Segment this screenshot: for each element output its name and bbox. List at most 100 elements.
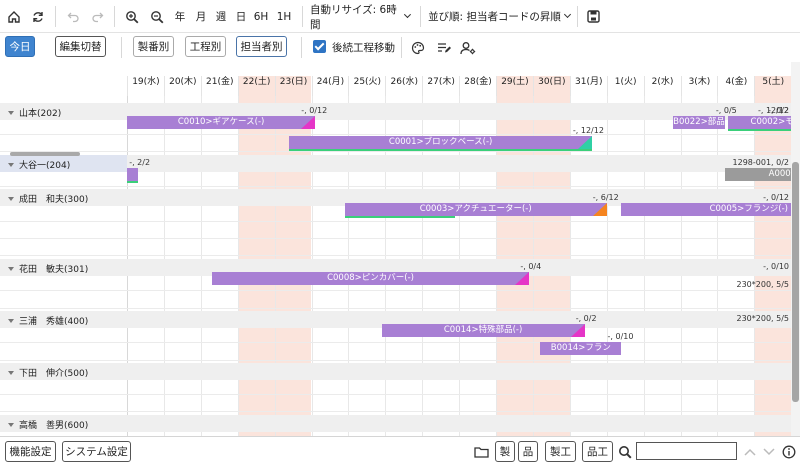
hin-button[interactable]: 品 xyxy=(518,441,538,462)
main-toolbar: 年 月 週 日 6H 1H 自動リサイズ: 6時間 並び順: 担当者コードの昇順 xyxy=(0,0,800,33)
day-gridline xyxy=(422,76,424,436)
day-header-cell: 1(火) xyxy=(606,76,644,96)
save-icon[interactable] xyxy=(584,0,602,33)
schedule-bar-label: C0008>ピンカバー(-) xyxy=(327,273,414,283)
resource-group-row[interactable]: 大谷一(204) xyxy=(0,155,791,172)
bar-progress-note: -, 12/12 xyxy=(572,126,604,135)
zoom-week-button[interactable]: 週 xyxy=(213,0,229,33)
schedule-bar[interactable]: C0001>ブロックベース(-) xyxy=(289,136,592,149)
row-gridline xyxy=(0,238,791,239)
holiday-column xyxy=(274,76,312,436)
seiko-button[interactable]: 製工 xyxy=(545,441,576,462)
day-header-cell: 26(水) xyxy=(385,76,422,96)
vertical-scrollbar[interactable] xyxy=(791,62,800,436)
search-next-icon[interactable] xyxy=(760,437,778,465)
edit-toggle-button[interactable]: 編集切替 xyxy=(55,36,106,57)
schedule-bar-label: B0014>フラン xyxy=(550,343,611,353)
by-process-button[interactable]: 工程別 xyxy=(185,36,226,57)
user-settings-icon[interactable] xyxy=(458,33,478,62)
schedule-bar-label: C0003>アクチュエーター(-) xyxy=(419,204,532,214)
resource-group-row[interactable]: 高橋 善男(600) xyxy=(0,415,791,432)
bar-progress-note: -, 0/2 xyxy=(575,314,597,323)
schedule-bar-label: C0001>ブロックベース(-) xyxy=(388,137,493,147)
schedule-bar[interactable]: C0005>フランジ(-) xyxy=(621,203,791,216)
row-gridline xyxy=(0,360,791,361)
system-settings-button[interactable]: システム設定 xyxy=(62,441,131,462)
zoom-in-icon[interactable] xyxy=(123,0,141,33)
day-header-cell: 27(木) xyxy=(422,76,459,96)
row-gridline xyxy=(0,290,791,291)
search-prev-icon[interactable] xyxy=(741,437,759,465)
day-header-cell: 23(日) xyxy=(274,76,312,96)
row-gridline xyxy=(0,134,791,135)
bar-progress-note: 1298-001, 0/2 xyxy=(732,158,789,167)
day-header-cell: 4(金) xyxy=(717,76,754,96)
day-header-cell: 21(金) xyxy=(200,76,238,96)
holiday-column xyxy=(532,76,570,436)
resource-group-name: 高橋 善男(600) xyxy=(8,418,88,431)
row-gridline xyxy=(0,411,791,412)
zoom-1h-button[interactable]: 1H xyxy=(274,0,294,33)
bar-progress-note: -, 0/12 xyxy=(763,193,789,202)
seiban-button[interactable]: 製 xyxy=(495,441,515,462)
resource-group-name: 成田 和夫(300) xyxy=(8,192,88,205)
bar-progress-note: -, 6/12 xyxy=(592,193,619,202)
today-button[interactable]: 今日 xyxy=(5,36,35,57)
edit-list-icon[interactable] xyxy=(435,33,453,62)
bar-progress-line xyxy=(289,149,592,151)
schedule-bar[interactable]: C0014>特殊部品(-) xyxy=(381,324,585,337)
row-gridline xyxy=(0,342,791,343)
undo-icon[interactable] xyxy=(64,0,82,33)
zoom-day-button[interactable]: 日 xyxy=(233,0,249,33)
redo-icon[interactable] xyxy=(88,0,106,33)
day-gridline xyxy=(680,76,682,436)
zoom-out-icon[interactable] xyxy=(148,0,166,33)
horizontal-scrollbar[interactable] xyxy=(10,152,80,156)
zoom-month-button[interactable]: 月 xyxy=(193,0,209,33)
day-gridline xyxy=(163,76,165,436)
search-icon xyxy=(616,437,634,465)
hinko-button[interactable]: 品工 xyxy=(582,441,613,462)
schedule-bar[interactable]: B0022>部品 xyxy=(673,116,725,129)
resource-group-name: 下田 伸介(500) xyxy=(8,366,88,379)
day-header-cell: 22(土) xyxy=(237,76,275,96)
bar-progress-note: -, 0/4 xyxy=(520,262,542,271)
palette-icon[interactable] xyxy=(409,33,427,62)
day-gridline xyxy=(459,76,461,436)
refresh-icon[interactable] xyxy=(28,0,48,33)
bar-progress-note: 230*200, 5/5 xyxy=(736,314,790,323)
schedule-bar[interactable] xyxy=(127,168,139,181)
info-icon[interactable] xyxy=(780,437,798,465)
schedule-bar[interactable]: C0008>ピンカバー(-) xyxy=(211,272,530,285)
day-header-cell: 30(日) xyxy=(532,76,570,96)
schedule-bar[interactable]: B0014>フラン xyxy=(540,342,622,355)
schedule-bar[interactable]: A0002>特殊部品(-) xyxy=(724,168,791,181)
function-settings-button[interactable]: 機能設定 xyxy=(5,441,56,462)
footer-bar: 機能設定 システム設定 製 品 製工 品工 xyxy=(0,436,800,465)
row-gridline xyxy=(0,221,791,222)
day-header-cell: 29(土) xyxy=(496,76,533,96)
home-icon[interactable] xyxy=(4,0,24,33)
bar-progress-line xyxy=(127,181,139,183)
schedule-bar[interactable]: C0002>モーターベース(-) xyxy=(728,116,791,129)
by-assignee-button[interactable]: 担当者別 xyxy=(236,36,287,57)
auto-resize-dropdown[interactable]: 自動リサイズ: 6時間 xyxy=(310,0,410,33)
resource-group-row[interactable]: 下田 伸介(500) xyxy=(0,363,791,380)
resource-group-name: 三浦 秀雄(400) xyxy=(8,314,88,327)
bar-progress-note: -, 0/5 xyxy=(715,106,737,115)
zoom-6h-button[interactable]: 6H xyxy=(251,0,271,33)
holiday-column xyxy=(237,76,275,436)
by-product-no-button[interactable]: 製番別 xyxy=(133,36,174,57)
schedule-bar[interactable]: C0010>ギアケース(-) xyxy=(127,116,316,129)
search-input[interactable] xyxy=(636,442,737,460)
day-gridline xyxy=(311,76,313,436)
bar-progress-note: 230*200, 5/5 xyxy=(736,280,790,289)
day-header-cell: 2(水) xyxy=(643,76,681,96)
schedule-bar-label: C0002>モーターベース(-) xyxy=(750,117,791,127)
day-gridline xyxy=(496,76,497,436)
sort-order-dropdown[interactable]: 並び順: 担当者コードの昇順 xyxy=(428,0,570,33)
zoom-year-button[interactable]: 年 xyxy=(172,0,188,33)
folder-icon[interactable] xyxy=(472,437,490,465)
follow-move-checkbox[interactable] xyxy=(313,40,326,53)
schedule-bar[interactable]: C0003>アクチュエーター(-) xyxy=(344,203,607,216)
